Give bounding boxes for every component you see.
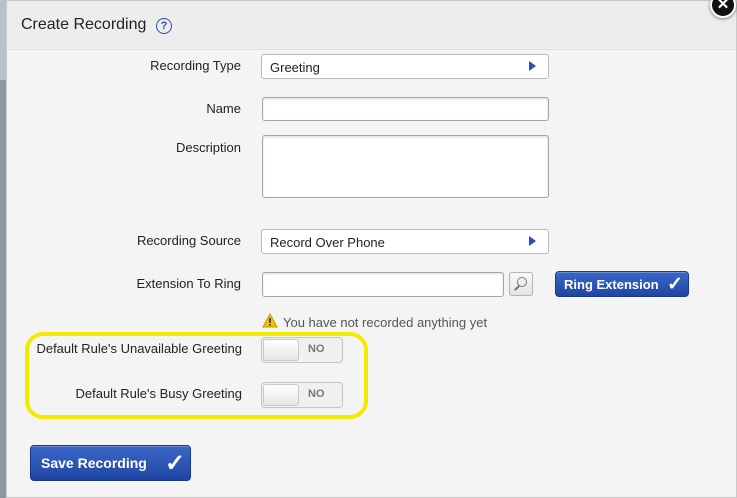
unavailable-greeting-label: Default Rule's Unavailable Greeting <box>36 341 242 356</box>
recording-type-select[interactable]: Greeting <box>261 54 549 79</box>
chevron-right-icon <box>529 236 536 246</box>
name-input[interactable] <box>262 97 549 121</box>
dialog-title: Create Recording <box>21 16 147 33</box>
toggle-state: NO <box>308 343 325 355</box>
recording-source-value: Record Over Phone <box>270 235 385 250</box>
checkmark-icon: ✓ <box>667 274 683 295</box>
checkmark-icon: ✓ <box>165 450 186 477</box>
recording-source-label: Recording Source <box>136 233 241 248</box>
ring-extension-label: Ring Extension <box>564 277 659 292</box>
recording-type-value: Greeting <box>270 60 320 75</box>
extension-input[interactable] <box>262 272 504 297</box>
warning-message: You have not recorded anything yet <box>283 315 488 330</box>
busy-greeting-label: Default Rule's Busy Greeting <box>75 386 242 401</box>
extension-search-button[interactable] <box>509 272 533 296</box>
toggle-knob <box>263 339 299 361</box>
warning-icon <box>262 313 278 328</box>
save-recording-button[interactable]: Save Recording ✓ <box>30 445 191 481</box>
name-label: Name <box>206 101 241 116</box>
unavailable-greeting-toggle[interactable]: NO <box>261 337 343 363</box>
help-icon[interactable]: ? <box>156 18 172 34</box>
toggle-knob <box>263 384 299 406</box>
chevron-right-icon <box>529 61 536 71</box>
recording-source-select[interactable]: Record Over Phone <box>261 229 549 254</box>
ring-extension-button[interactable]: Ring Extension ✓ <box>555 271 689 297</box>
dialog-header: Create Recording ? <box>7 1 736 50</box>
toggle-state: NO <box>308 388 325 400</box>
save-recording-label: Save Recording <box>41 455 147 471</box>
recording-type-label: Recording Type <box>150 58 241 73</box>
extension-to-ring-label: Extension To Ring <box>136 276 241 291</box>
create-recording-dialog: Create Recording ? Recording Type Greeti… <box>6 0 737 498</box>
description-label: Description <box>175 140 241 155</box>
busy-greeting-toggle[interactable]: NO <box>261 382 343 408</box>
description-textarea[interactable] <box>262 135 549 198</box>
